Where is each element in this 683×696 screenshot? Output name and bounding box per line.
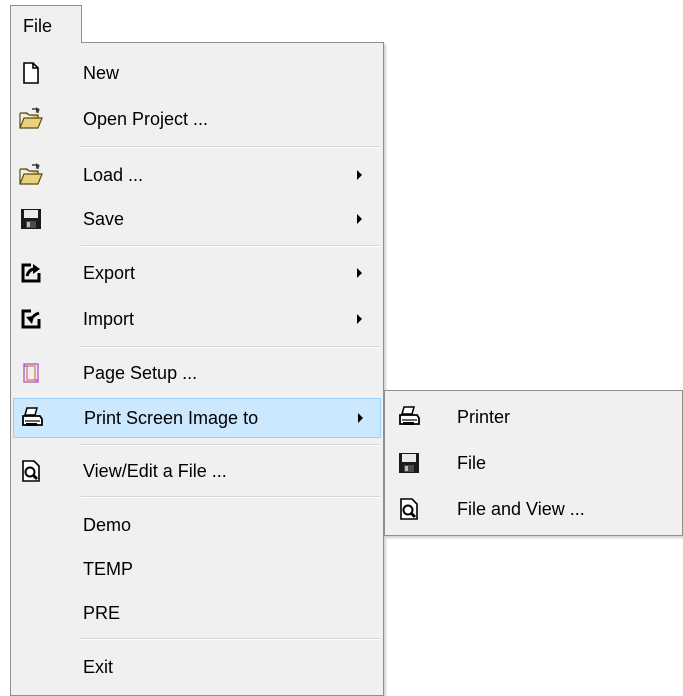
import-icon xyxy=(19,307,43,331)
menu-item-open-project[interactable]: Open Project ... xyxy=(11,99,383,139)
submenu-arrow-icon xyxy=(357,314,362,324)
file-menu-title[interactable]: File xyxy=(10,5,82,43)
open-folder-icon xyxy=(19,107,43,131)
export-icon xyxy=(19,261,43,285)
menu-item-view-edit-file[interactable]: View/Edit a File ... xyxy=(11,451,383,491)
menu-item-import[interactable]: Import xyxy=(11,299,383,339)
file-menu-dropdown: New Open Project ... Load ... Save Expor… xyxy=(10,42,384,696)
floppy-disk-icon xyxy=(19,207,43,231)
submenu-item-file[interactable]: File xyxy=(385,443,682,483)
menu-item-label: New xyxy=(83,63,120,83)
menu-separator xyxy=(81,638,381,640)
submenu-arrow-icon xyxy=(358,413,363,423)
submenu-item-label: Printer xyxy=(457,407,511,427)
menu-item-label: PRE xyxy=(83,603,121,623)
menu-separator xyxy=(81,496,381,498)
menu-separator xyxy=(81,146,381,148)
menu-item-label: Load ... xyxy=(83,165,144,185)
printer-icon xyxy=(397,405,421,429)
menu-item-label: Print Screen Image to xyxy=(84,408,259,428)
menu-item-label: Save xyxy=(83,209,125,229)
menu-item-demo[interactable]: Demo xyxy=(11,505,383,545)
menu-separator xyxy=(81,346,381,348)
menu-separator xyxy=(81,444,381,446)
submenu-item-printer[interactable]: Printer xyxy=(385,397,682,437)
menu-item-exit[interactable]: Exit xyxy=(11,647,383,687)
menu-item-load[interactable]: Load ... xyxy=(11,155,383,195)
menu-item-label: Export xyxy=(83,263,136,283)
file-menu-label: File xyxy=(23,16,53,36)
submenu-arrow-icon xyxy=(357,214,362,224)
menu-item-label: Demo xyxy=(83,515,132,535)
preview-icon xyxy=(397,497,421,521)
menu-item-label: Exit xyxy=(83,657,114,677)
menu-item-label: View/Edit a File ... xyxy=(83,461,227,481)
menu-item-label: Import xyxy=(83,309,135,329)
submenu-item-file-and-view[interactable]: File and View ... xyxy=(385,489,682,529)
printer-icon xyxy=(20,406,44,430)
menu-item-temp[interactable]: TEMP xyxy=(11,549,383,589)
open-folder-icon xyxy=(19,163,43,187)
floppy-disk-icon xyxy=(397,451,421,475)
menu-item-label: TEMP xyxy=(83,559,134,579)
menu-item-print-screen[interactable]: Print Screen Image to xyxy=(13,398,381,438)
submenu-arrow-icon xyxy=(357,268,362,278)
menu-item-pre[interactable]: PRE xyxy=(11,593,383,633)
preview-icon xyxy=(19,459,43,483)
submenu-item-label: File and View ... xyxy=(457,499,585,519)
menu-item-new[interactable]: New xyxy=(11,53,383,93)
menu-item-label: Open Project ... xyxy=(83,109,209,129)
submenu-item-label: File xyxy=(457,453,487,473)
print-screen-submenu: Printer File File and View ... xyxy=(384,390,683,536)
menu-item-export[interactable]: Export xyxy=(11,253,383,293)
menu-separator xyxy=(81,245,381,247)
new-document-icon xyxy=(19,61,43,85)
submenu-arrow-icon xyxy=(357,170,362,180)
menu-item-save[interactable]: Save xyxy=(11,199,383,239)
menu-item-page-setup[interactable]: Page Setup ... xyxy=(11,353,383,393)
menu-item-label: Page Setup ... xyxy=(83,363,198,383)
page-setup-icon xyxy=(19,361,43,385)
